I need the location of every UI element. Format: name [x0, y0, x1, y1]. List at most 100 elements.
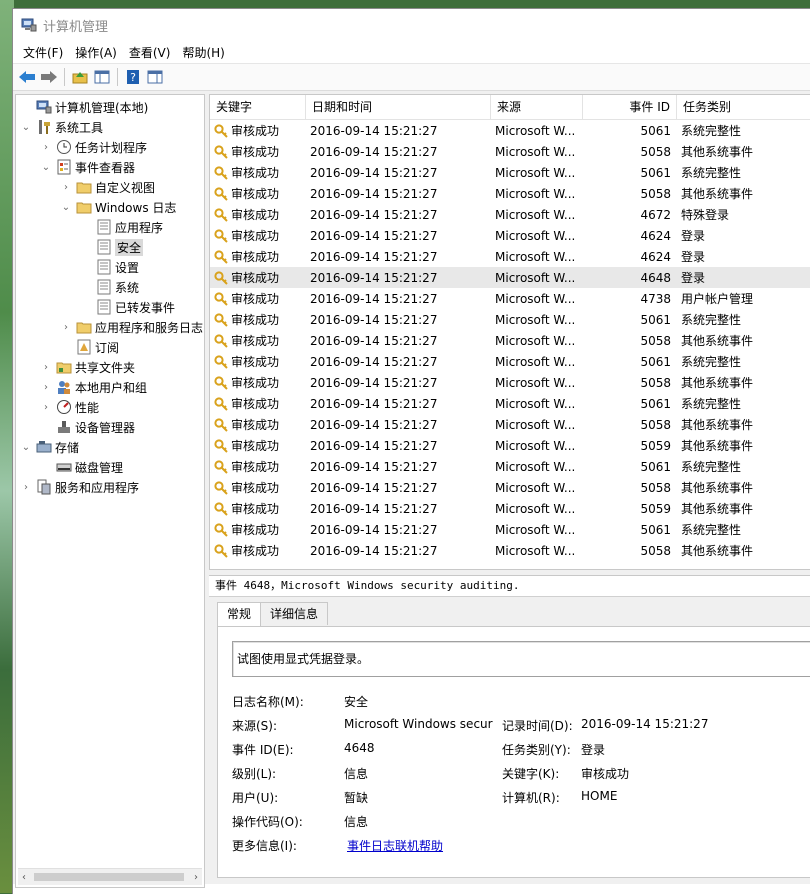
tree-node[interactable]: 设备管理器	[40, 417, 135, 437]
collapse-icon[interactable]: ⌄	[40, 162, 52, 173]
cell-event-id: 5061	[640, 522, 671, 537]
tab-general[interactable]: 常规	[217, 602, 262, 627]
opcode-label: 操作代码(O):	[232, 815, 303, 829]
menu-action[interactable]: 操作(A)	[69, 44, 123, 61]
collapse-icon[interactable]: ⌄	[20, 122, 32, 133]
computer-value[interactable]: HOME	[581, 789, 617, 803]
event-row[interactable]: 审核成功 2016-09-14 15:21:27 Microsoft W... 505…	[210, 435, 810, 456]
event-row[interactable]: 审核成功 2016-09-14 15:21:27 Microsoft W... 506…	[210, 162, 810, 183]
event-log-online-help-link[interactable]: 事件日志联机帮助	[347, 837, 443, 854]
event-row[interactable]: 审核成功 2016-09-14 15:21:27 Microsoft W... 473…	[210, 288, 810, 309]
tab-details[interactable]: 详细信息	[260, 602, 329, 625]
tree-node[interactable]: ⌄ Windows 日志	[60, 197, 177, 217]
expand-icon[interactable]: ›	[40, 142, 52, 153]
tree-node[interactable]: › 本地用户和组	[40, 377, 147, 397]
event-row[interactable]: 审核成功 2016-09-14 15:21:27 Microsoft W... 462…	[210, 246, 810, 267]
cell-source: Microsoft W...	[495, 228, 576, 243]
event-row[interactable]: 审核成功 2016-09-14 15:21:27 Microsoft W... 505…	[210, 183, 810, 204]
up-folder-button[interactable]	[70, 67, 90, 87]
source-label: 来源(S):	[232, 719, 278, 733]
tree-node[interactable]: 已转发事件	[80, 297, 175, 317]
cell-keyword: 审核成功	[210, 353, 306, 370]
source-value[interactable]: Microsoft Windows secur	[344, 717, 494, 731]
back-button[interactable]	[17, 67, 37, 87]
event-row[interactable]: 审核成功 2016-09-14 15:21:27 Microsoft W... 506…	[210, 309, 810, 330]
column-header-task-category[interactable]: 任务类别	[677, 95, 807, 119]
event-row[interactable]: 审核成功 2016-09-14 15:21:27 Microsoft W... 505…	[210, 477, 810, 498]
event-row[interactable]: 审核成功 2016-09-14 15:21:27 Microsoft W... 505…	[210, 414, 810, 435]
expand-icon[interactable]: ›	[40, 362, 52, 373]
keyword-text: 审核成功	[231, 376, 280, 390]
tree-horizontal-scrollbar[interactable]: ‹ ›	[18, 868, 202, 885]
event-row[interactable]: 审核成功 2016-09-14 15:21:27 Microsoft W... 506…	[210, 120, 810, 141]
event-description[interactable]: 试图使用显式凭据登录。	[232, 641, 810, 677]
tree-node[interactable]: ⌄ 存储	[20, 437, 79, 457]
event-row[interactable]: 审核成功 2016-09-14 15:21:27 Microsoft W... 505…	[210, 540, 810, 561]
event-row[interactable]: 审核成功 2016-09-14 15:21:27 Microsoft W... 506…	[210, 519, 810, 540]
menu-view[interactable]: 查看(V)	[123, 44, 177, 61]
column-header-datetime[interactable]: 日期和时间	[306, 95, 491, 119]
tree-node[interactable]: 计算机管理(本地)	[20, 97, 148, 117]
cell-source: Microsoft W...	[495, 186, 576, 201]
event-row[interactable]: 审核成功 2016-09-14 15:21:27 Microsoft W... 505…	[210, 372, 810, 393]
cell-event-id: 5058	[640, 543, 671, 558]
expand-icon[interactable]: ›	[60, 182, 72, 193]
event-row[interactable]: 审核成功 2016-09-14 15:21:27 Microsoft W... 505…	[210, 141, 810, 162]
scroll-right-icon[interactable]: ›	[194, 872, 202, 883]
tree-node[interactable]: 订阅	[60, 337, 119, 357]
cell-event-id: 4738	[640, 291, 671, 306]
collapse-icon[interactable]: ⌄	[60, 202, 72, 213]
tree-node[interactable]: › 性能	[40, 397, 99, 417]
event-row[interactable]: 审核成功 2016-09-14 15:21:27 Microsoft W... 506…	[210, 351, 810, 372]
level-value[interactable]: 信息	[344, 765, 368, 782]
expand-icon[interactable]: ›	[40, 382, 52, 393]
scroll-left-icon[interactable]: ‹	[18, 872, 26, 883]
keywords-value[interactable]: 审核成功	[581, 765, 629, 782]
cell-event-id: 4648	[640, 270, 671, 285]
event-row[interactable]: 审核成功 2016-09-14 15:21:27 Microsoft W... 505…	[210, 330, 810, 351]
tree-node[interactable]: › 服务和应用程序	[20, 477, 139, 497]
expand-icon[interactable]: ›	[20, 482, 32, 493]
cell-keyword: 审核成功	[210, 416, 306, 433]
expand-icon[interactable]: ›	[40, 402, 52, 413]
cell-event-id: 4624	[640, 249, 671, 264]
keyword-text: 审核成功	[231, 208, 280, 222]
help-button[interactable]: ?	[123, 67, 143, 87]
tree-node[interactable]: › 应用程序和服务日志	[60, 317, 203, 337]
event-row[interactable]: 审核成功 2016-09-14 15:21:27 Microsoft W... 467…	[210, 204, 810, 225]
column-header-keyword[interactable]: 关键字	[210, 95, 306, 119]
tree-node[interactable]: › 共享文件夹	[40, 357, 135, 377]
forward-button[interactable]	[39, 67, 59, 87]
tree-node[interactable]: 安全	[80, 237, 144, 257]
event-row[interactable]: 审核成功 2016-09-14 15:21:27 Microsoft W... 506…	[210, 456, 810, 477]
tree-node[interactable]: 磁盘管理	[40, 457, 123, 477]
event-row[interactable]: 审核成功 2016-09-14 15:21:27 Microsoft W... 505…	[210, 498, 810, 519]
cell-source: Microsoft W...	[495, 312, 576, 327]
tree-node[interactable]: › 自定义视图	[60, 177, 155, 197]
event-row[interactable]: 审核成功 2016-09-14 15:21:27 Microsoft W... 464…	[210, 267, 810, 288]
tree-node[interactable]: 应用程序	[80, 217, 163, 237]
show-hide-action-pane-button[interactable]	[145, 67, 165, 87]
tree-node[interactable]: ⌄ 事件查看器	[40, 157, 135, 177]
logged-value[interactable]: 2016-09-14 15:21:27	[581, 717, 708, 731]
scrollbar-thumb[interactable]	[34, 873, 184, 881]
column-header-source[interactable]: 来源	[491, 95, 583, 119]
expand-icon[interactable]: ›	[60, 322, 72, 333]
tree-node[interactable]: 设置	[80, 257, 139, 277]
event-id-value[interactable]: 4648	[344, 741, 375, 755]
task-category-value[interactable]: 登录	[581, 741, 605, 758]
tree-node[interactable]: › 任务计划程序	[40, 137, 147, 157]
tree-node[interactable]: ⌄ 系统工具	[20, 117, 103, 137]
user-value[interactable]: 暂缺	[344, 789, 368, 806]
menu-help[interactable]: 帮助(H)	[176, 44, 230, 61]
opcode-value[interactable]: 信息	[344, 813, 368, 830]
tree-node[interactable]: 系统	[80, 277, 139, 297]
show-hide-console-tree-button[interactable]	[92, 67, 112, 87]
key-icon	[214, 417, 228, 432]
log-name-value[interactable]: 安全	[344, 693, 368, 710]
menu-file[interactable]: 文件(F)	[17, 44, 69, 61]
collapse-icon[interactable]: ⌄	[20, 442, 32, 453]
column-header-event-id[interactable]: 事件 ID	[583, 95, 677, 119]
event-row[interactable]: 审核成功 2016-09-14 15:21:27 Microsoft W... 462…	[210, 225, 810, 246]
event-row[interactable]: 审核成功 2016-09-14 15:21:27 Microsoft W... 506…	[210, 393, 810, 414]
